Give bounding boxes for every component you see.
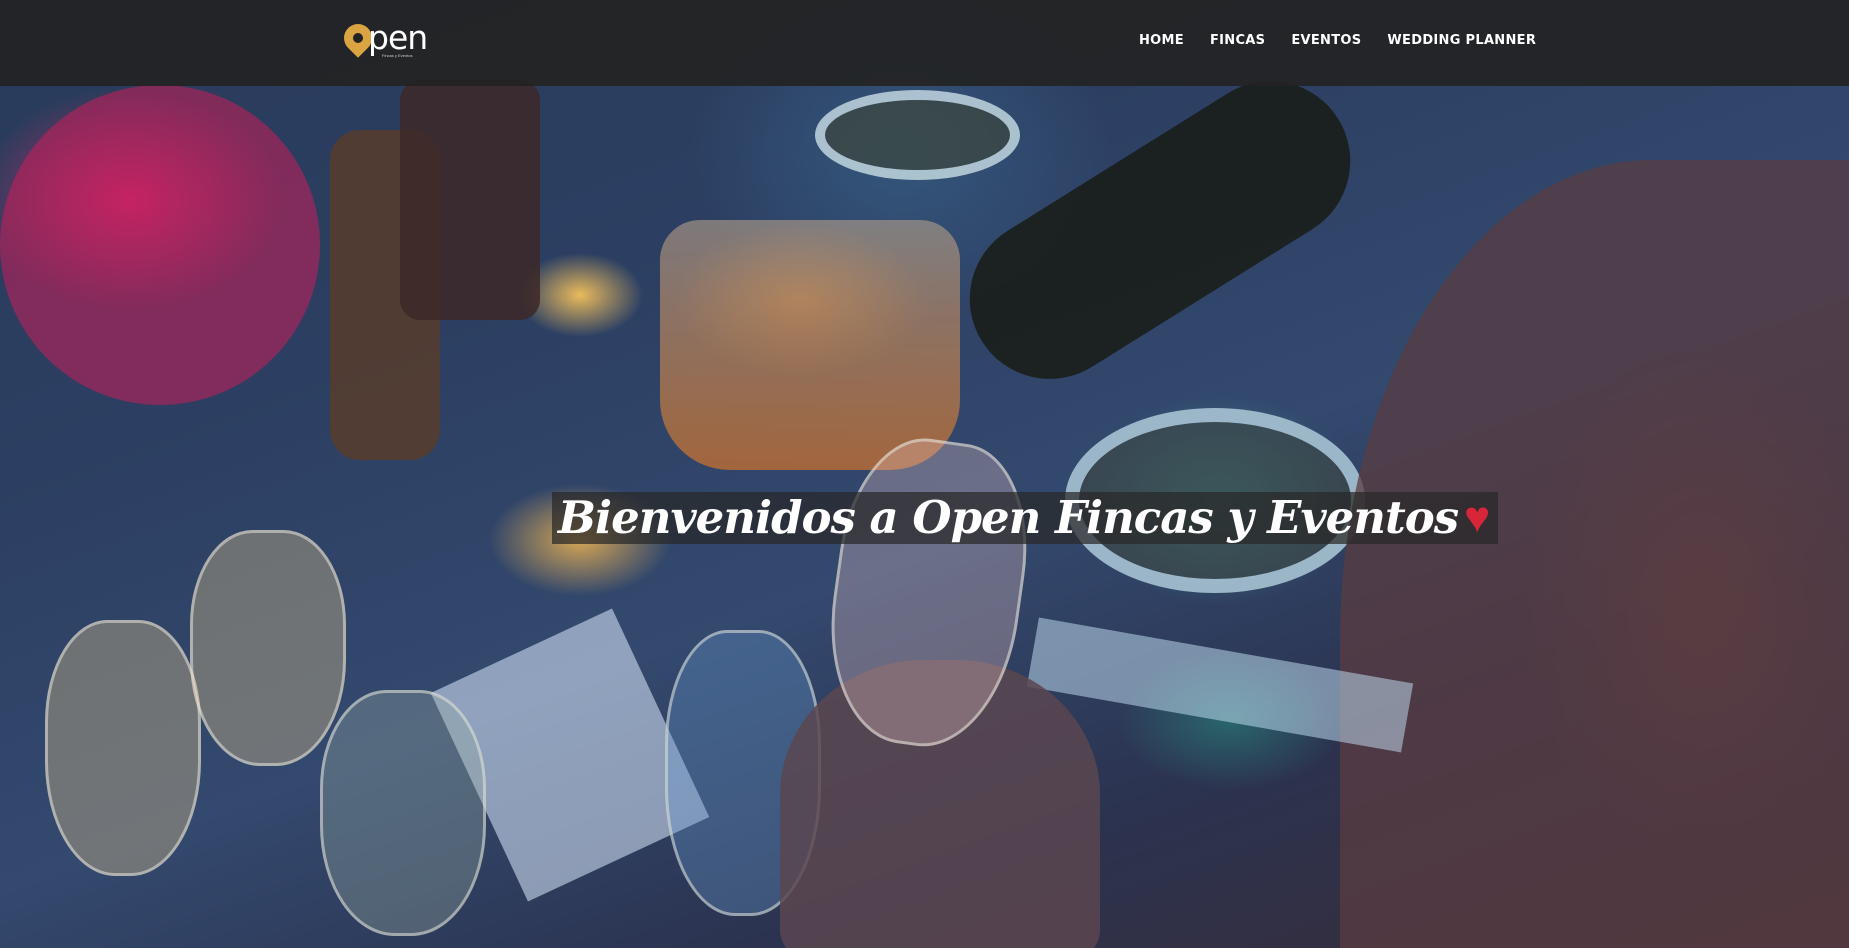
map-pin-hole [350, 30, 366, 46]
nav-home[interactable]: HOME [1139, 33, 1184, 48]
dinner-plate [815, 90, 1020, 180]
flower-arrangement [0, 85, 320, 405]
logo-tagline: Fincas y Eventos [382, 53, 413, 58]
wine-glass [190, 530, 346, 766]
nav-eventos[interactable]: EVENTOS [1291, 33, 1361, 48]
logo-text: pen [368, 18, 428, 57]
wine-glass [45, 620, 201, 876]
site-logo[interactable]: pen Fincas y Eventos [338, 18, 432, 68]
hero-headline: Bienvenidos a Open Fincas y Eventos ♥ [552, 491, 1499, 544]
main-nav: HOME FINCAS EVENTOS WEDDING PLANNER [1139, 33, 1536, 48]
heart-icon: ♥ [1464, 493, 1491, 542]
wine-glass [320, 690, 486, 936]
bread-basket [660, 220, 960, 470]
header-navbar: pen Fincas y Eventos HOME FINCAS EVENTOS… [0, 0, 1849, 86]
wine-bottle [400, 80, 540, 320]
hero-background-photo [0, 0, 1849, 948]
champagne-bottle [939, 50, 1381, 410]
nav-wedding-planner[interactable]: WEDDING PLANNER [1387, 33, 1536, 48]
nav-fincas[interactable]: FINCAS [1210, 33, 1265, 48]
headline-text: Bienvenidos a Open Fincas y Eventos [558, 491, 1459, 544]
person-jacket [1340, 160, 1849, 948]
